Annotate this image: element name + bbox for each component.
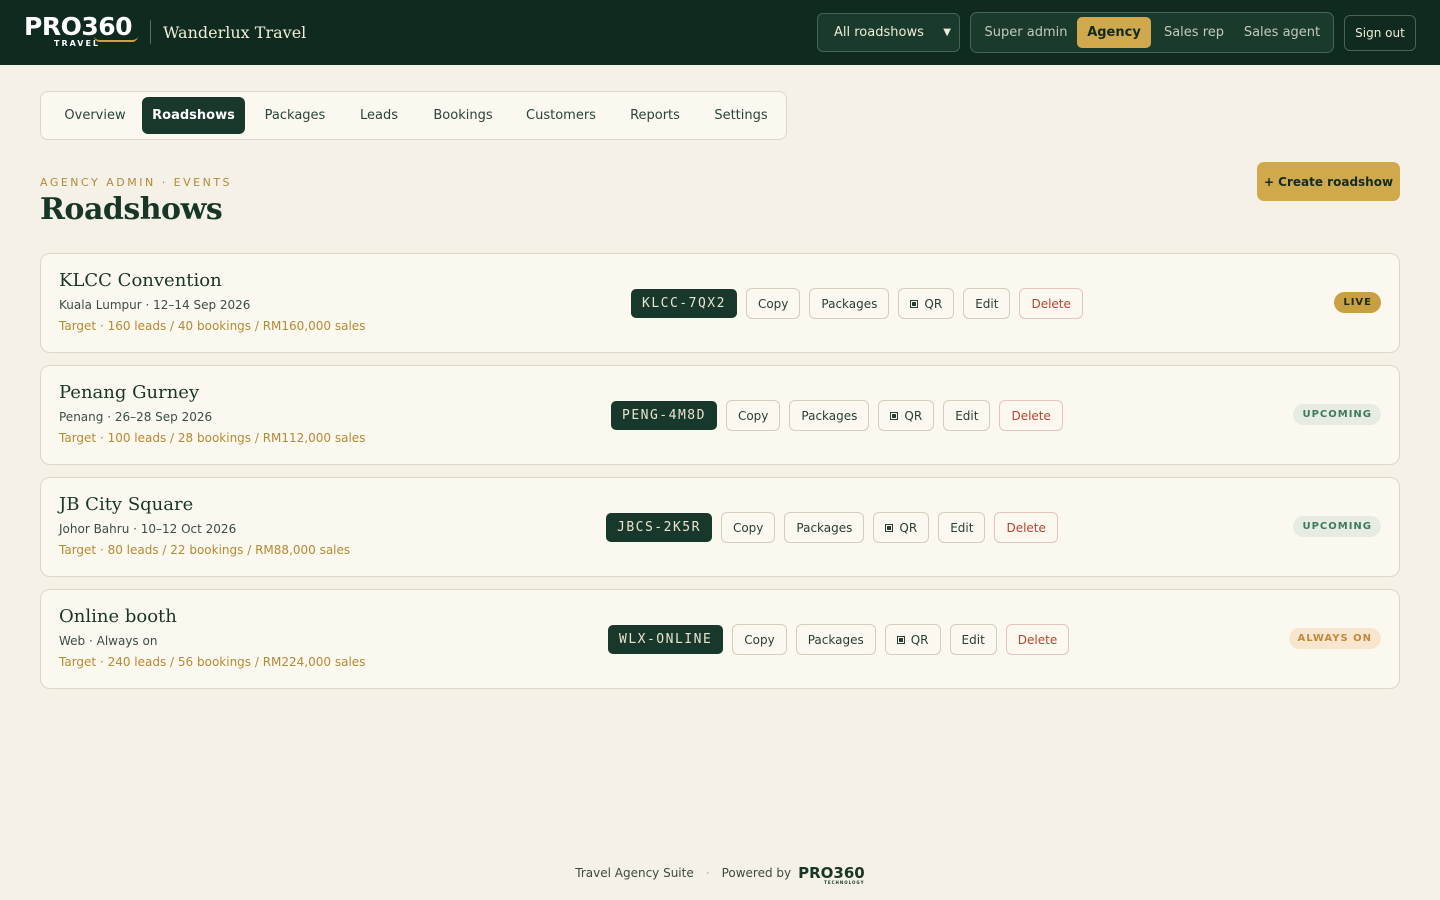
logo-subtitle: TRAVEL bbox=[54, 39, 101, 48]
roadshow-actions: WLX-ONLINE Copy Packages QR Edit Delete bbox=[608, 624, 1078, 655]
tab-leads[interactable]: Leads bbox=[347, 97, 411, 134]
pro360-logo[interactable]: PRO360 TRAVEL bbox=[24, 12, 138, 50]
footer-powered-by: Powered by bbox=[721, 866, 792, 880]
packages-button[interactable]: Packages bbox=[809, 288, 890, 319]
roadshow-target: Target · 240 leads / 56 bookings / RM224… bbox=[59, 655, 366, 669]
copy-code-button[interactable]: Copy bbox=[725, 400, 781, 431]
qr-label: QR bbox=[924, 296, 943, 311]
roadshow-target: Target · 160 leads / 40 bookings / RM160… bbox=[59, 319, 366, 333]
edit-button[interactable]: Edit bbox=[949, 624, 997, 655]
roadshow-name: Penang Gurney bbox=[59, 382, 200, 403]
footer-separator: · bbox=[705, 866, 710, 880]
roadshow-card: KLCC Convention Kuala Lumpur · 12–14 Sep… bbox=[40, 253, 1400, 353]
page-title: Roadshows bbox=[40, 192, 223, 227]
copy-code-button[interactable]: Copy bbox=[720, 512, 776, 543]
qr-icon bbox=[896, 635, 905, 644]
roadshow-filter-value: All roadshows bbox=[834, 25, 924, 40]
role-switcher: Super admin Agency Sales rep Sales agent bbox=[970, 12, 1334, 53]
copy-code-button[interactable]: Copy bbox=[745, 288, 801, 319]
main-nav-tabs: Overview Roadshows Packages Leads Bookin… bbox=[40, 91, 787, 140]
edit-button[interactable]: Edit bbox=[938, 512, 986, 543]
tab-settings[interactable]: Settings bbox=[703, 97, 779, 134]
status-badge: ALWAYS ON bbox=[1288, 628, 1381, 649]
packages-button[interactable]: Packages bbox=[795, 624, 876, 655]
tab-overview[interactable]: Overview bbox=[49, 97, 141, 134]
roadshow-actions: PENG-4M8D Copy Packages QR Edit Delete bbox=[611, 400, 1072, 431]
roadshow-card: Penang Gurney Penang · 26–28 Sep 2026 Ta… bbox=[40, 365, 1400, 465]
delete-button[interactable]: Delete bbox=[999, 400, 1063, 431]
qr-label: QR bbox=[904, 408, 923, 423]
qr-icon bbox=[890, 411, 899, 420]
qr-icon bbox=[910, 299, 919, 308]
status-badge: UPCOMING bbox=[1293, 404, 1381, 425]
footer: Travel Agency Suite · Powered by PRO360 … bbox=[0, 862, 1440, 885]
qr-button[interactable]: QR bbox=[898, 288, 955, 319]
tab-reports[interactable]: Reports bbox=[619, 97, 691, 134]
qr-button[interactable]: QR bbox=[873, 512, 930, 543]
roadshow-filter-select[interactable]: All roadshows ▼ bbox=[817, 13, 960, 52]
top-bar: PRO360 TRAVEL Wanderlux Travel All roads… bbox=[0, 0, 1440, 65]
footer-logo-subtitle: TECHNOLOGY bbox=[824, 880, 865, 885]
packages-button[interactable]: Packages bbox=[789, 400, 870, 431]
role-sales-agent[interactable]: Sales agent bbox=[1235, 17, 1329, 48]
roadshow-target: Target · 100 leads / 28 bookings / RM112… bbox=[59, 431, 366, 445]
roadshow-code: KLCC-7QX2 bbox=[631, 289, 737, 318]
edit-button[interactable]: Edit bbox=[943, 400, 991, 431]
qr-icon bbox=[885, 523, 894, 532]
brand: PRO360 TRAVEL Wanderlux Travel bbox=[24, 12, 307, 50]
delete-button[interactable]: Delete bbox=[994, 512, 1058, 543]
roadshow-code: WLX-ONLINE bbox=[608, 625, 724, 654]
roadshow-actions: KLCC-7QX2 Copy Packages QR Edit Delete bbox=[631, 288, 1092, 319]
qr-label: QR bbox=[910, 632, 929, 647]
tab-customers[interactable]: Customers bbox=[515, 97, 607, 134]
edit-button[interactable]: Edit bbox=[963, 288, 1011, 319]
roadshow-meta: Web · Always on bbox=[59, 634, 158, 648]
qr-label: QR bbox=[899, 520, 918, 535]
footer-suite: Travel Agency Suite bbox=[575, 866, 694, 880]
delete-button[interactable]: Delete bbox=[1005, 624, 1070, 655]
roadshow-name: JB City Square bbox=[59, 494, 194, 515]
chevron-down-icon: ▼ bbox=[943, 27, 951, 38]
roadshow-meta: Johor Bahru · 10–12 Oct 2026 bbox=[59, 522, 237, 536]
roadshow-name: KLCC Convention bbox=[59, 270, 222, 291]
roadshow-meta: Kuala Lumpur · 12–14 Sep 2026 bbox=[59, 298, 251, 312]
roadshow-target: Target · 80 leads / 22 bookings / RM88,0… bbox=[59, 543, 351, 557]
roadshow-actions: JBCS-2K5R Copy Packages QR Edit Delete bbox=[606, 512, 1067, 543]
roadshow-card: JB City Square Johor Bahru · 10–12 Oct 2… bbox=[40, 477, 1400, 577]
role-sales-rep[interactable]: Sales rep bbox=[1153, 17, 1235, 48]
roadshow-meta: Penang · 26–28 Sep 2026 bbox=[59, 410, 213, 424]
tab-bookings[interactable]: Bookings bbox=[423, 97, 503, 134]
brand-divider bbox=[150, 20, 151, 44]
roadshow-code: JBCS-2K5R bbox=[606, 513, 712, 542]
role-agency[interactable]: Agency bbox=[1077, 17, 1151, 48]
page-eyebrow: AGENCY ADMIN · EVENTS bbox=[40, 176, 233, 189]
roadshow-card: Online booth Web · Always on Target · 24… bbox=[40, 589, 1400, 689]
status-badge: UPCOMING bbox=[1293, 516, 1381, 537]
sign-out-button[interactable]: Sign out bbox=[1344, 15, 1416, 51]
tab-packages[interactable]: Packages bbox=[253, 97, 337, 134]
qr-button[interactable]: QR bbox=[884, 624, 941, 655]
footer-pro360-logo[interactable]: PRO360 TECHNOLOGY bbox=[798, 864, 865, 885]
logo-swoosh-icon bbox=[94, 36, 138, 42]
delete-button[interactable]: Delete bbox=[1019, 288, 1083, 319]
agency-name: Wanderlux Travel bbox=[163, 22, 307, 42]
tab-roadshows[interactable]: Roadshows bbox=[142, 97, 245, 134]
role-super-admin[interactable]: Super admin bbox=[975, 17, 1077, 48]
create-roadshow-button[interactable]: + Create roadshow bbox=[1257, 162, 1400, 201]
status-badge: LIVE bbox=[1334, 292, 1381, 313]
qr-button[interactable]: QR bbox=[878, 400, 935, 431]
copy-code-button[interactable]: Copy bbox=[732, 624, 787, 655]
roadshow-name: Online booth bbox=[59, 606, 177, 627]
roadshow-code: PENG-4M8D bbox=[611, 401, 717, 430]
packages-button[interactable]: Packages bbox=[784, 512, 865, 543]
